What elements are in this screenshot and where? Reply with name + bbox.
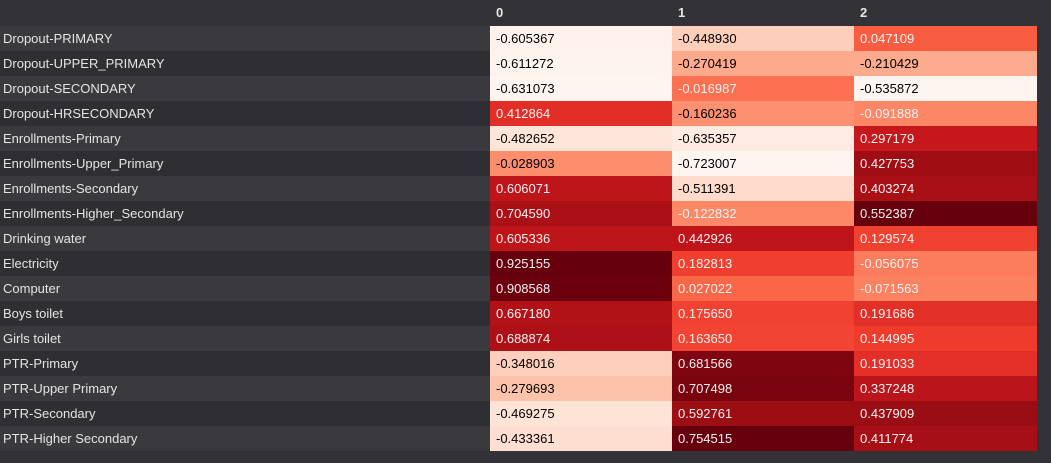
- table-row: Enrollments-Higher_Secondary 0.704590 -0.1…: [0, 201, 1037, 226]
- table-row: Girls toilet 0.688874 0.163650 0.144995: [0, 326, 1037, 351]
- row-label: Enrollments-Upper_Primary: [3, 156, 164, 171]
- row-label: PTR-Upper Primary: [3, 381, 118, 396]
- heatmap-cell: 0.427753: [854, 151, 1037, 176]
- table-row: Dropout-UPPER_PRIMARY -0.611272 -0.270419-…: [0, 51, 1037, 76]
- row-label: Dropout-SECONDARY: [3, 81, 136, 96]
- heatmap-cell: 0.754515: [672, 426, 854, 451]
- row-label: Girls toilet: [3, 331, 61, 346]
- table-row: PTR-Secondary -0.469275 0.592761 0.437909: [0, 401, 1037, 426]
- heatmap-cell: -0.611272: [490, 51, 672, 76]
- table-row: Enrollments-Primary -0.482652 -0.635357 0.2…: [0, 126, 1037, 151]
- heatmap-cell: -0.433361: [490, 426, 672, 451]
- heatmap-cell: 0.606071: [490, 176, 672, 201]
- heatmap-cell: 0.411774: [854, 426, 1037, 451]
- row-label: PTR-Secondary: [3, 406, 96, 421]
- row-label: Enrollments-Higher_Secondary: [3, 206, 184, 221]
- heatmap-cell: 0.163650: [672, 326, 854, 351]
- heatmap-cell: 0.144995: [854, 326, 1037, 351]
- heatmap-cell: -0.016987: [672, 76, 854, 101]
- heatmap-cell: -0.210429: [854, 51, 1037, 76]
- heatmap-cell: -0.482652: [490, 126, 672, 151]
- heatmap-cell: -0.270419: [672, 51, 854, 76]
- heatmap-cell: 0.925155: [490, 251, 672, 276]
- table-row: Enrollments-Secondary 0.606071 -0.511391 0.…: [0, 176, 1037, 201]
- row-label: Dropout-UPPER_PRIMARY: [3, 56, 165, 71]
- heatmap-cell: -0.028903: [490, 151, 672, 176]
- heatmap-cell: 0.605336: [490, 226, 672, 251]
- column-header-1: 1: [678, 5, 686, 20]
- heatmap-cell: 0.129574: [854, 226, 1037, 251]
- heatmap-cell: -0.348016: [490, 351, 672, 376]
- heatmap-cell: 0.667180: [490, 301, 672, 326]
- heatmap-cell: -0.469275: [490, 401, 672, 426]
- row-label: Enrollments-Secondary: [3, 181, 139, 196]
- heatmap-cell: 0.707498: [672, 376, 854, 401]
- table-row: Dropout-HRSECONDARY 0.412864 -0.160236 -0.0…: [0, 101, 1037, 126]
- table-row: Computer 0.908568 0.027022 -0.071563: [0, 276, 1037, 301]
- heatmap-cell: -0.122832: [672, 201, 854, 226]
- header-row: 0 1 2: [0, 0, 1037, 26]
- table-row: Enrollments-Upper_Primary -0.028903 -0.723…: [0, 151, 1037, 176]
- heatmap-cell: 0.437909: [854, 401, 1037, 426]
- scroll-gutter: [1037, 0, 1051, 463]
- table-row: Drinking water 0.605336 0.442926 0.129574: [0, 226, 1037, 251]
- heatmap-cell: -0.160236: [672, 101, 854, 126]
- heatmap-cell: 0.337248: [854, 376, 1037, 401]
- heatmap-table: 0 1 2 Dropout-PRIMARY -0.605367 -0.448930 0…: [0, 0, 1037, 463]
- row-label: Electricity: [3, 256, 59, 271]
- table-row: Dropout-SECONDARY -0.631073 -0.016987 -0.53…: [0, 76, 1037, 101]
- row-label: Computer: [3, 281, 61, 296]
- index-header-blank: [0, 0, 490, 25]
- heatmap-cell: 0.403274: [854, 176, 1037, 201]
- heatmap-cell: 0.027022: [672, 276, 854, 301]
- heatmap-cell: 0.442926: [672, 226, 854, 251]
- heatmap-cell: 0.592761: [672, 401, 854, 426]
- column-header-2: 2: [860, 5, 868, 20]
- table-row: Dropout-PRIMARY -0.605367 -0.448930 0.04710…: [0, 26, 1037, 51]
- table-row: PTR-Higher Secondary -0.433361 0.754515 0.4…: [0, 426, 1037, 451]
- heatmap-cell: 0.412864: [490, 101, 672, 126]
- heatmap-cell: -0.071563: [854, 276, 1037, 301]
- table-row: Boys toilet 0.667180 0.175650 0.191686: [0, 301, 1037, 326]
- row-label: Enrollments-Primary: [3, 131, 121, 146]
- heatmap-cell: -0.535872: [854, 76, 1037, 101]
- row-label: PTR-Higher Secondary: [3, 431, 138, 446]
- heatmap-cell: -0.056075: [854, 251, 1037, 276]
- table-row: PTR-Upper Primary -0.279693 0.707498 0.3372…: [0, 376, 1037, 401]
- row-label: Drinking water: [3, 231, 87, 246]
- heatmap-cell: -0.091888: [854, 101, 1037, 126]
- heatmap-cell: -0.448930: [672, 26, 854, 51]
- heatmap-cell: -0.631073: [490, 76, 672, 101]
- heatmap-cell: -0.635357: [672, 126, 854, 151]
- heatmap-cell: -0.605367: [490, 26, 672, 51]
- table-row: PTR-Primary -0.348016 0.681566 0.191033: [0, 351, 1037, 376]
- heatmap-cell: 0.175650: [672, 301, 854, 326]
- heatmap-cell: 0.681566: [672, 351, 854, 376]
- row-label: Dropout-PRIMARY: [3, 31, 113, 46]
- row-label: Boys toilet: [3, 306, 63, 321]
- heatmap-cell: 0.191686: [854, 301, 1037, 326]
- heatmap-cell: -0.511391: [672, 176, 854, 201]
- row-label: PTR-Primary: [3, 356, 79, 371]
- heatmap-cell: 0.182813: [672, 251, 854, 276]
- column-header-0: 0: [496, 5, 504, 20]
- heatmap-cell: 0.908568: [490, 276, 672, 301]
- heatmap-cell: 0.191033: [854, 351, 1037, 376]
- heatmap-cell: 0.552387: [854, 201, 1037, 226]
- heatmap-cell: 0.688874: [490, 326, 672, 351]
- heatmap-cell: 0.047109: [854, 26, 1037, 51]
- table-row: Electricity 0.925155 0.182813 -0.056075: [0, 251, 1037, 276]
- row-label: Dropout-HRSECONDARY: [3, 106, 155, 121]
- heatmap-cell: 0.297179: [854, 126, 1037, 151]
- heatmap-cell: -0.723007: [672, 151, 854, 176]
- heatmap-cell: 0.704590: [490, 201, 672, 226]
- heatmap-cell: -0.279693: [490, 376, 672, 401]
